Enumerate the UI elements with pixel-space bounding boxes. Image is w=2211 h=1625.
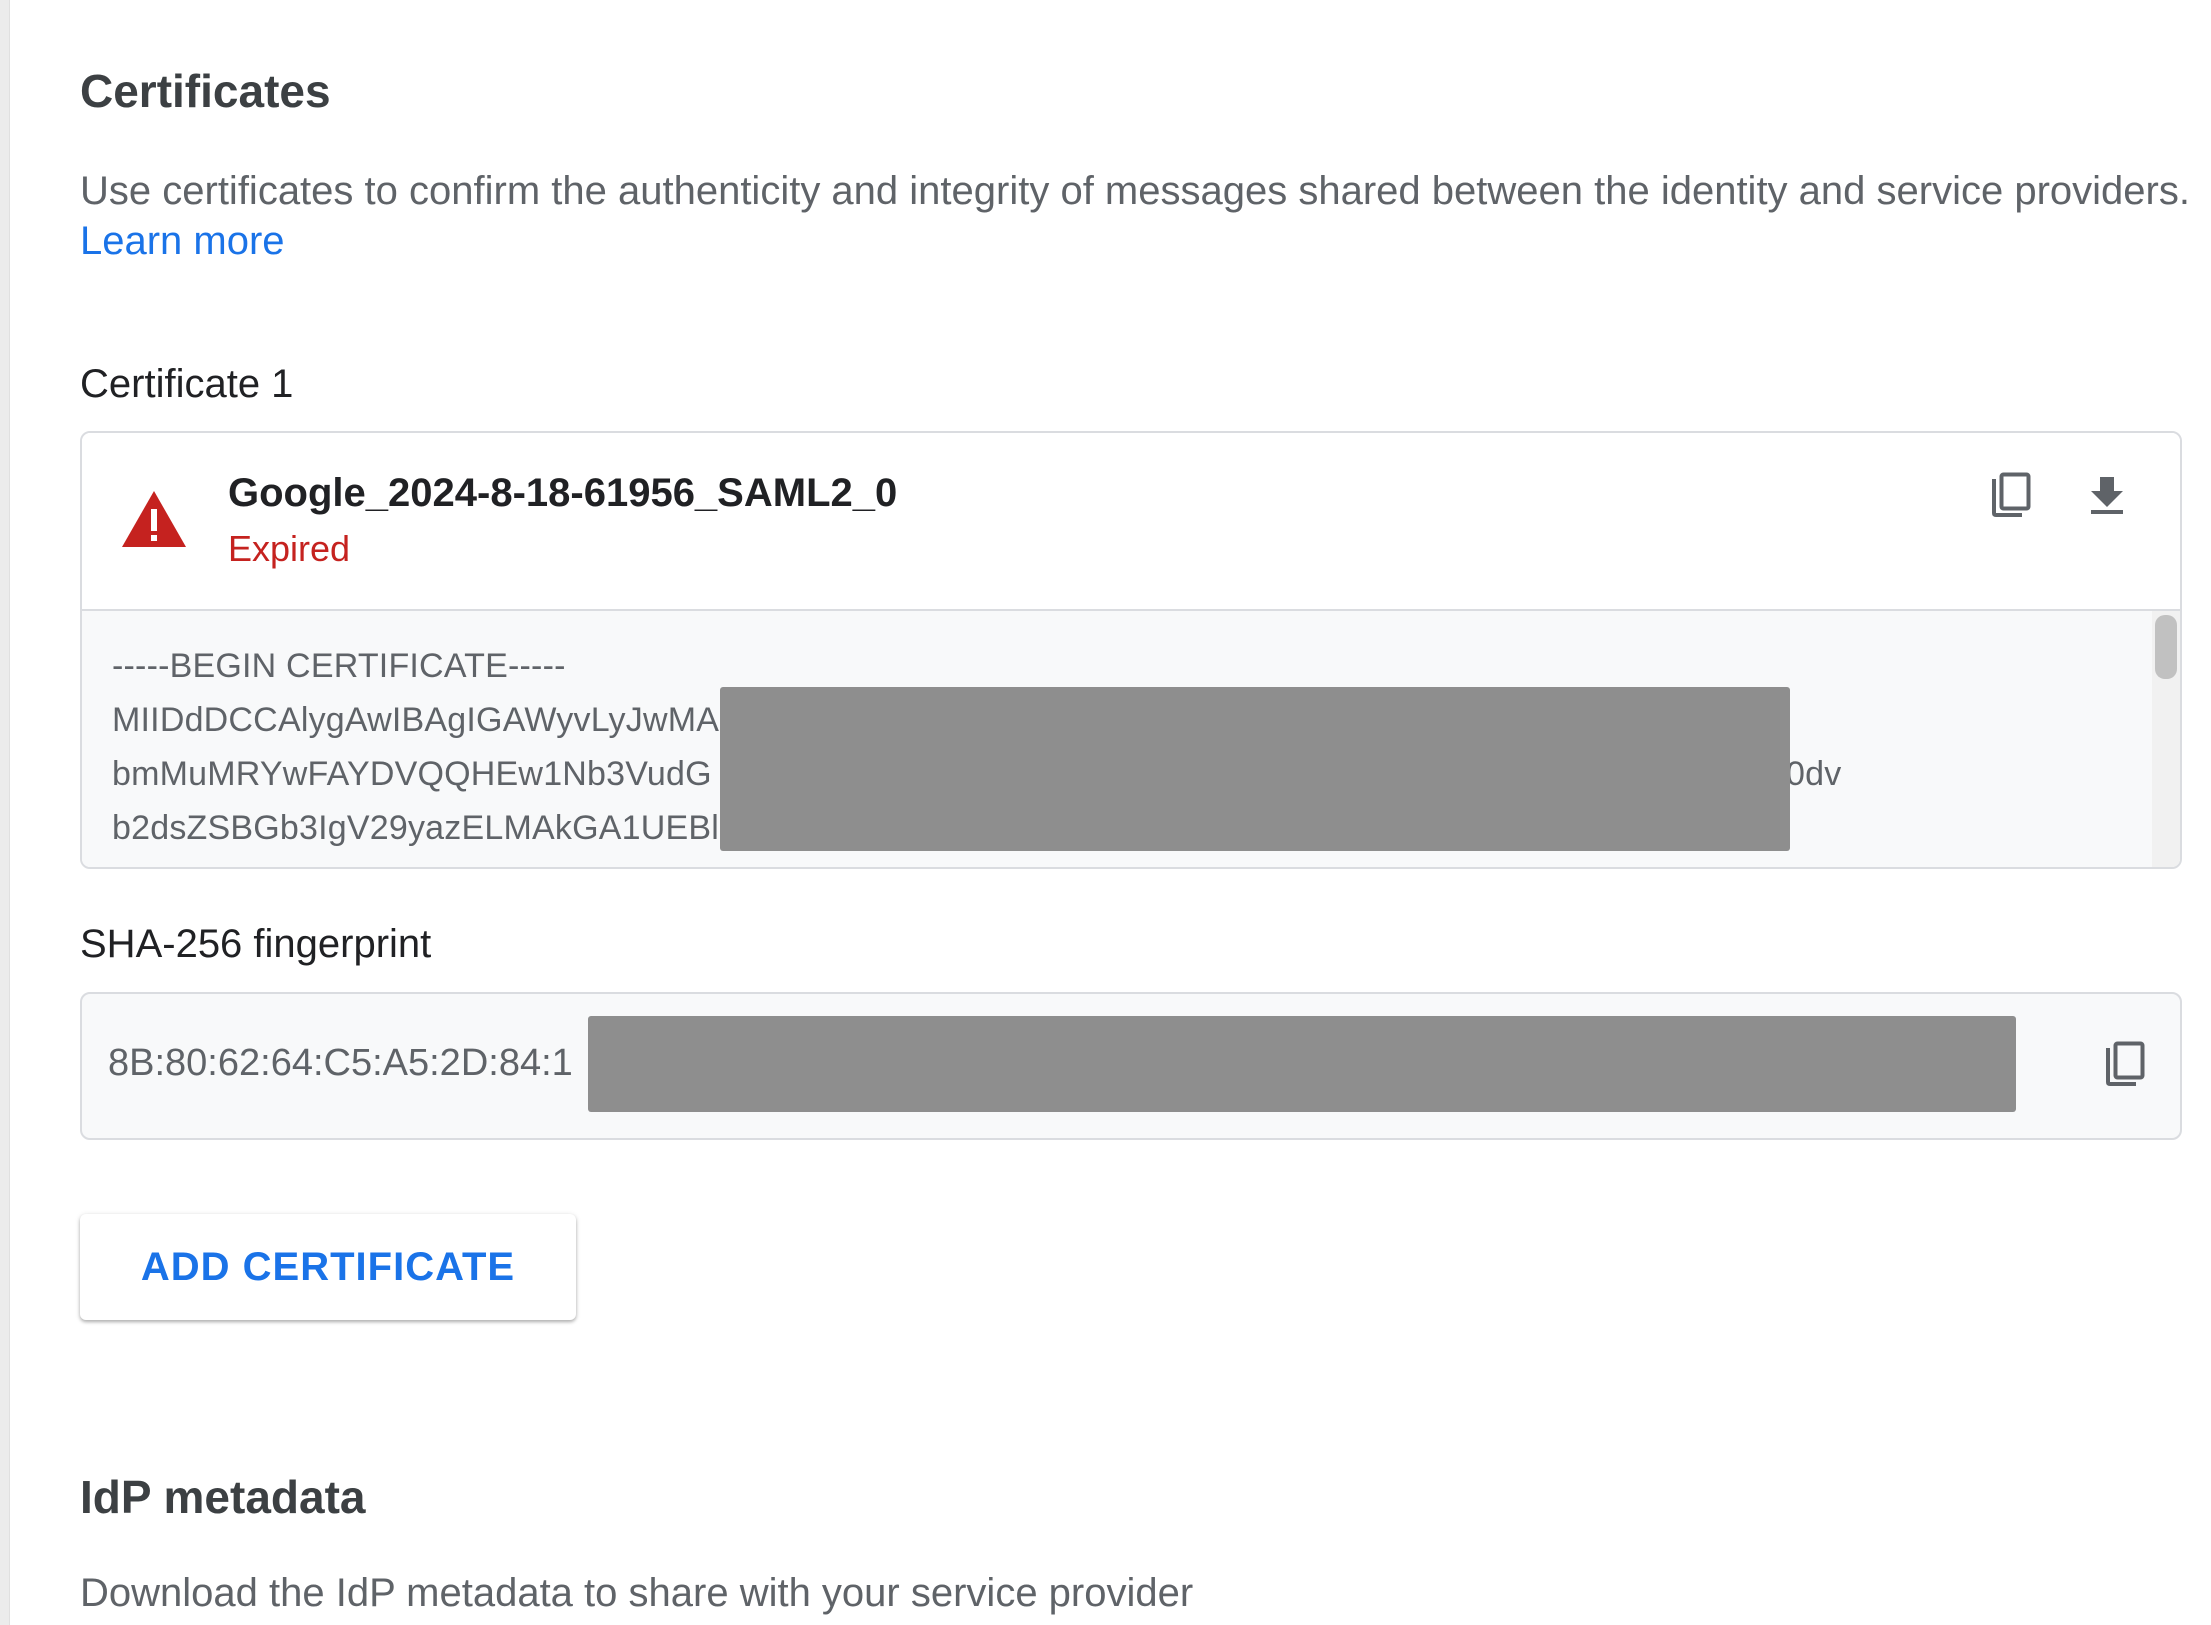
copy-fingerprint-button[interactable] bbox=[2096, 1038, 2152, 1094]
copy-icon bbox=[2102, 1040, 2146, 1093]
fingerprint-value: 8B:80:62:64:C5:A5:2D:84:1 bbox=[108, 1042, 573, 1084]
pem-line: b2dsZSBGb3IgV29yazELMAkGA1UEBl bbox=[112, 809, 719, 847]
pem-line: bmMuMRYwFAYDVQQHEw1Nb3VudG bbox=[112, 755, 712, 793]
copy-icon bbox=[1988, 471, 2032, 524]
certificate-pem-viewer[interactable]: -----BEGIN CERTIFICATE----- MIIDdDCCAlyg… bbox=[82, 611, 2180, 867]
certificates-heading: Certificates bbox=[80, 65, 331, 117]
redaction-block bbox=[720, 687, 1790, 851]
certificate-1-label: Certificate 1 bbox=[80, 362, 294, 406]
pem-scrollbar-thumb[interactable] bbox=[2155, 615, 2177, 679]
certificate-card: Google_2024-8-18-61956_SAML2_0 Expired -… bbox=[80, 431, 2182, 869]
pem-line-tail: 0dv bbox=[1786, 755, 1842, 793]
certificates-description: Use certificates to confirm the authenti… bbox=[80, 166, 2200, 266]
certificate-name: Google_2024-8-18-61956_SAML2_0 bbox=[228, 471, 898, 515]
pem-line: -----BEGIN CERTIFICATE----- bbox=[112, 647, 566, 685]
add-certificate-button[interactable]: ADD CERTIFICATE bbox=[80, 1214, 576, 1320]
pem-line: MIIDdDCCAlygAwIBAgIGAWyvLyJwMA bbox=[112, 701, 720, 739]
certificates-description-text: Use certificates to confirm the authenti… bbox=[80, 169, 2190, 213]
copy-certificate-button[interactable] bbox=[1982, 469, 2038, 525]
redaction-block bbox=[588, 1016, 2016, 1112]
certificate-header: Google_2024-8-18-61956_SAML2_0 Expired bbox=[82, 433, 2180, 611]
download-icon bbox=[2089, 475, 2125, 520]
page-left-border bbox=[0, 0, 10, 1625]
download-certificate-button[interactable] bbox=[2079, 469, 2135, 525]
pem-scrollbar[interactable] bbox=[2152, 611, 2180, 867]
delete-certificate-button[interactable] bbox=[2174, 469, 2180, 525]
warning-icon bbox=[120, 489, 188, 549]
fingerprint-label: SHA-256 fingerprint bbox=[80, 922, 432, 966]
idp-metadata-heading: IdP metadata bbox=[80, 1471, 366, 1523]
certificate-status: Expired bbox=[228, 528, 351, 569]
idp-metadata-description: Download the IdP metadata to share with … bbox=[80, 1571, 1194, 1615]
fingerprint-field: 8B:80:62:64:C5:A5:2D:84:1 bbox=[80, 992, 2182, 1140]
learn-more-link[interactable]: Learn more bbox=[80, 219, 285, 263]
